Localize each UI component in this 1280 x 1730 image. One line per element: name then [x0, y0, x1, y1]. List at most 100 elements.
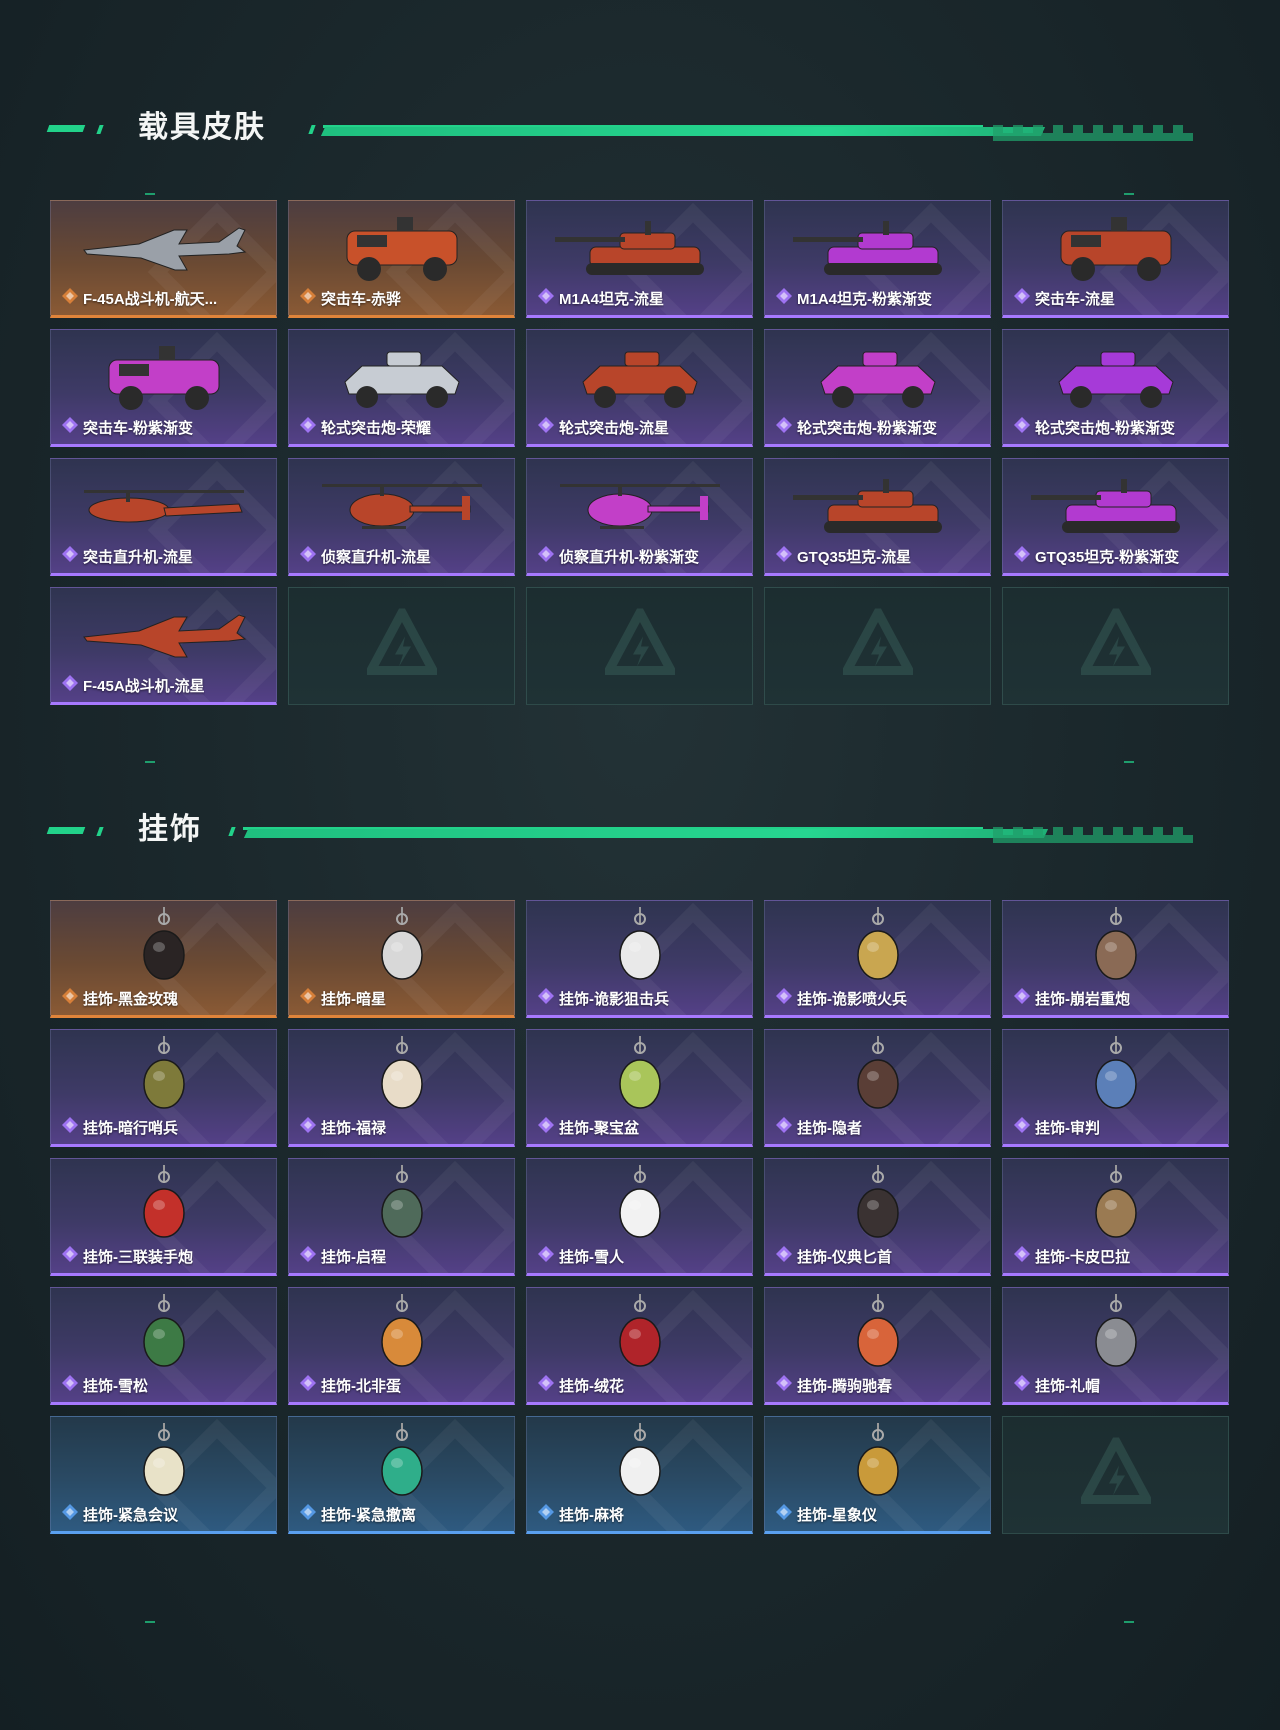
rarity-diamond-icon — [1013, 287, 1031, 309]
charm-card[interactable]: 挂饰-黑金玫瑰 — [50, 900, 277, 1018]
charm-card[interactable]: 挂饰-麻将 — [526, 1416, 753, 1534]
item-name: 挂饰-腾驹驰春 — [797, 1377, 892, 1395]
corner-mark — [1124, 761, 1134, 763]
header-accent-tick — [228, 827, 236, 836]
charm-card[interactable]: 挂饰-暗星 — [288, 900, 515, 1018]
item-label-row: 挂饰-麻将 — [537, 1503, 624, 1525]
charm-card[interactable]: 挂饰-三联装手炮 — [50, 1158, 277, 1276]
charm-card[interactable]: 挂饰-诡影喷火兵 — [764, 900, 991, 1018]
tank-icon — [765, 463, 990, 549]
vehicle-skin-card[interactable]: GTQ35坦克-流星 — [764, 458, 991, 576]
top-hat-charm-icon — [1003, 1292, 1228, 1378]
charm-card[interactable]: 挂饰-审判 — [1002, 1029, 1229, 1147]
item-label-row: 突击车-流星 — [1013, 287, 1115, 309]
rarity-diamond-icon — [775, 545, 793, 567]
item-name: 突击车-粉紫渐变 — [83, 419, 193, 437]
rarity-diamond-icon — [1013, 1245, 1031, 1267]
rarity-diamond-icon — [1013, 545, 1031, 567]
rarity-diamond-icon — [1013, 416, 1031, 438]
charm-card[interactable]: 挂饰-暗行哨兵 — [50, 1029, 277, 1147]
item-label-row: F-45A战斗机-流星 — [61, 674, 205, 696]
charm-card[interactable]: 挂饰-星象仪 — [764, 1416, 991, 1534]
sentinel-charm-icon — [51, 1034, 276, 1120]
header-accent-tick — [96, 827, 104, 836]
charm-card[interactable]: 挂饰-腾驹驰春 — [764, 1287, 991, 1405]
vehicle-skin-card[interactable]: 突击车-赤骅 — [288, 200, 515, 318]
wheeled-assault-gun-icon — [765, 334, 990, 420]
tank-icon — [527, 205, 752, 291]
item-name: 侦察直升机-流星 — [321, 548, 431, 566]
rarity-diamond-icon — [775, 1245, 793, 1267]
vehicle-skin-card[interactable]: 轮式突击炮-流星 — [526, 329, 753, 447]
item-name: F-45A战斗机-航天... — [83, 290, 218, 308]
item-name: GTQ35坦克-粉紫渐变 — [1035, 548, 1180, 566]
vehicle-skin-card[interactable]: 突击车-流星 — [1002, 200, 1229, 318]
vehicle-skin-card[interactable]: F-45A战斗机-流星 — [50, 587, 277, 705]
charm-card[interactable]: 挂饰-紧急撤离 — [288, 1416, 515, 1534]
rarity-diamond-icon — [537, 1116, 555, 1138]
sniper-charm-icon — [527, 905, 752, 991]
charm-card[interactable]: 挂饰-仪典匕首 — [764, 1158, 991, 1276]
item-name: 挂饰-雪人 — [559, 1248, 624, 1266]
vehicle-skin-card[interactable]: 侦察直升机-流星 — [288, 458, 515, 576]
rarity-diamond-icon — [537, 416, 555, 438]
charm-card[interactable]: 挂饰-北非蛋 — [288, 1287, 515, 1405]
vehicle-skin-card[interactable]: F-45A战斗机-航天... — [50, 200, 277, 318]
item-name: 突击车-流星 — [1035, 290, 1115, 308]
header-accent-bar — [46, 125, 86, 132]
vehicle-skin-card[interactable]: 轮式突击炮-粉紫渐变 — [1002, 329, 1229, 447]
header-accent-tick — [96, 125, 104, 134]
charm-card[interactable]: 挂饰-隐者 — [764, 1029, 991, 1147]
charm-card[interactable]: 挂饰-聚宝盆 — [526, 1029, 753, 1147]
vehicle-skin-card[interactable]: 突击直升机-流星 — [50, 458, 277, 576]
item-label-row: 轮式突击炮-荣耀 — [299, 416, 431, 438]
rarity-diamond-icon — [61, 1245, 79, 1267]
item-label-row: 挂饰-福禄 — [299, 1116, 386, 1138]
velvet-flower-charm-icon — [527, 1292, 752, 1378]
item-name: 挂饰-礼帽 — [1035, 1377, 1100, 1395]
dagger-charm-icon — [765, 1163, 990, 1249]
section-header-charms: 挂饰 — [46, 810, 1198, 850]
rarity-diamond-icon — [537, 1374, 555, 1396]
rarity-diamond-icon — [775, 987, 793, 1009]
item-name: 挂饰-北非蛋 — [321, 1377, 401, 1395]
item-name: 挂饰-紧急会议 — [83, 1506, 178, 1524]
vehicle-skin-card[interactable]: 突击车-粉紫渐变 — [50, 329, 277, 447]
item-label-row: 挂饰-诡影狙击兵 — [537, 987, 669, 1009]
charm-card[interactable]: 挂饰-紧急会议 — [50, 1416, 277, 1534]
rarity-diamond-icon — [775, 1116, 793, 1138]
charm-card[interactable]: 挂饰-福禄 — [288, 1029, 515, 1147]
item-label-row: GTQ35坦克-流星 — [775, 545, 911, 567]
charm-card[interactable]: 挂饰-雪人 — [526, 1158, 753, 1276]
item-label-row: 挂饰-礼帽 — [1013, 1374, 1100, 1396]
item-label-row: 突击直升机-流星 — [61, 545, 193, 567]
item-name: 挂饰-暗行哨兵 — [83, 1119, 178, 1137]
item-label-row: 挂饰-启程 — [299, 1245, 386, 1267]
rarity-diamond-icon — [537, 1245, 555, 1267]
item-name: 挂饰-麻将 — [559, 1506, 624, 1524]
vehicle-skin-card[interactable]: 轮式突击炮-粉紫渐变 — [764, 329, 991, 447]
vehicle-skin-card[interactable]: 侦察直升机-粉紫渐变 — [526, 458, 753, 576]
item-label-row: 轮式突击炮-流星 — [537, 416, 669, 438]
rarity-diamond-icon — [61, 287, 79, 309]
snowman-charm-icon — [527, 1163, 752, 1249]
rarity-diamond-icon — [299, 1245, 317, 1267]
charm-card[interactable]: 挂饰-诡影狙击兵 — [526, 900, 753, 1018]
item-label-row: 侦察直升机-粉紫渐变 — [537, 545, 699, 567]
wheeled-assault-gun-icon — [1003, 334, 1228, 420]
charm-card[interactable]: 挂饰-雪松 — [50, 1287, 277, 1405]
vehicle-skin-card[interactable]: 轮式突击炮-荣耀 — [288, 329, 515, 447]
vehicle-skin-card[interactable]: M1A4坦克-流星 — [526, 200, 753, 318]
rarity-diamond-icon — [1013, 1116, 1031, 1138]
charm-card[interactable]: 挂饰-礼帽 — [1002, 1287, 1229, 1405]
charm-card[interactable]: 挂饰-启程 — [288, 1158, 515, 1276]
item-label-row: 挂饰-紧急撤离 — [299, 1503, 416, 1525]
charm-card[interactable]: 挂饰-崩岩重炮 — [1002, 900, 1229, 1018]
charm-card[interactable]: 挂饰-绒花 — [526, 1287, 753, 1405]
vehicle-skin-card[interactable]: M1A4坦克-粉紫渐变 — [764, 200, 991, 318]
item-name: 突击车-赤骅 — [321, 290, 401, 308]
empty-slot — [288, 587, 515, 705]
vehicle-skin-card[interactable]: GTQ35坦克-粉紫渐变 — [1002, 458, 1229, 576]
armored-car-icon — [51, 334, 276, 420]
charm-card[interactable]: 挂饰-卡皮巴拉 — [1002, 1158, 1229, 1276]
